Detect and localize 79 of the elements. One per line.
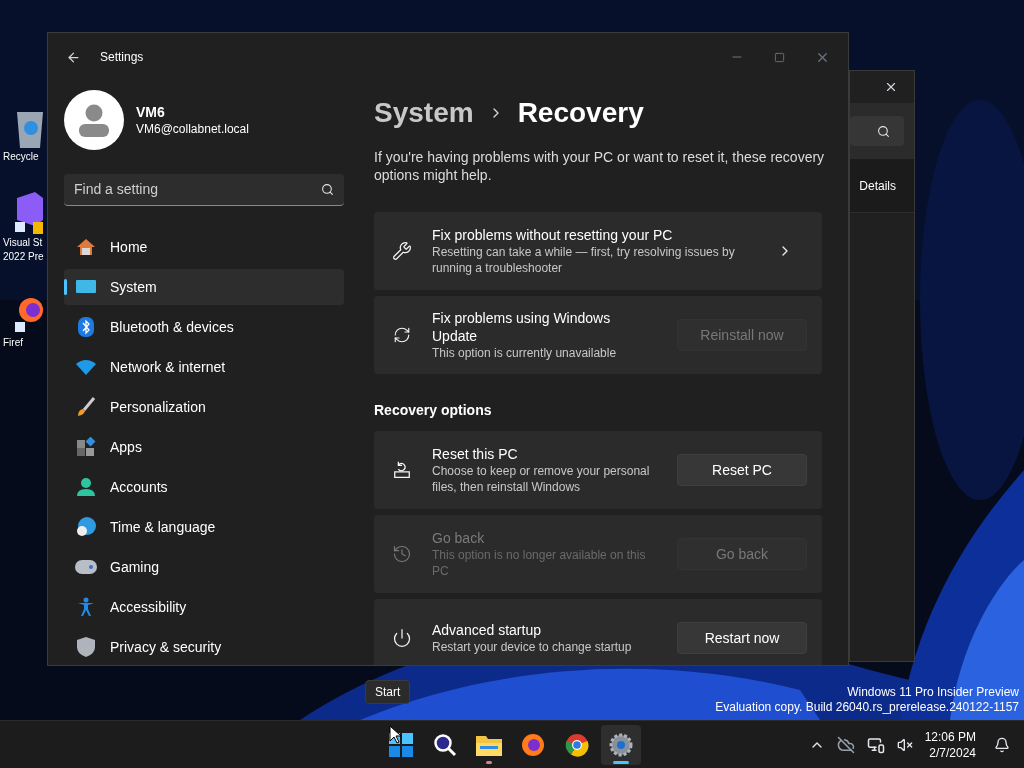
nav-item[interactable]: Home [64, 229, 344, 265]
search-field[interactable]: Find a setting [64, 174, 344, 206]
tooltip: Start [365, 680, 411, 704]
power-icon [392, 628, 412, 648]
house-icon [76, 237, 96, 257]
nav-item[interactable]: Time & language [64, 509, 344, 545]
nav-item[interactable]: System [64, 269, 344, 305]
search-field[interactable] [850, 116, 904, 146]
maximize-icon[interactable] [774, 51, 785, 63]
page-title: Recovery [517, 96, 644, 130]
running-indicator [486, 760, 492, 764]
search-icon [433, 732, 457, 757]
wrench-icon [392, 241, 412, 261]
person-icon [79, 103, 109, 137]
desktop-icon-label: Visual St [2, 236, 44, 250]
card-description: This option is no longer available on this PC [432, 547, 647, 579]
browser-icon [565, 732, 589, 757]
desktop-icon-label: Recycle [2, 150, 39, 164]
desktop-icon-label: Firef [2, 336, 23, 350]
reset-pc-icon [392, 460, 412, 480]
nav-item[interactable]: Network & internet [64, 349, 344, 385]
nav-item[interactable]: Personalization [64, 389, 344, 425]
nav-item[interactable]: Gaming [64, 549, 344, 585]
window-title: Settings [100, 49, 144, 66]
user-email: VM6@collabnet.local [136, 121, 249, 137]
muted-speaker-icon[interactable] [896, 736, 913, 753]
card-description: Choose to keep or remove your personal files, then reinstall Windows [432, 463, 651, 495]
watermark-text: Windows 11 Pro Insider Preview [847, 685, 1019, 700]
apps-icon [76, 437, 96, 457]
nav-item[interactable]: Privacy & security [64, 629, 344, 665]
card-description: Resetting can take a while — first, try resolving issues by running a troubleshooter [432, 244, 736, 276]
nav-item[interactable]: Apps [64, 429, 344, 465]
history-icon [392, 544, 412, 564]
card-title: Fix problems using Windows Update [432, 309, 612, 345]
browser-icon [521, 732, 545, 757]
cloud-off-icon[interactable] [836, 735, 855, 754]
user-name: VM6 [136, 103, 166, 121]
search-input[interactable]: Find a setting [74, 179, 321, 200]
wifi-icon [76, 359, 96, 375]
accessibility-icon [77, 597, 95, 617]
clock-date[interactable]: 2/7/2024 [929, 744, 976, 761]
card-title: Fix problems without resetting your PC [432, 226, 674, 244]
nav-item[interactable]: Bluetooth & devices [64, 309, 344, 345]
refresh-icon [393, 326, 411, 344]
app-shortcut-icon[interactable] [15, 190, 43, 236]
watermark-text: Evaluation copy. Build 26040.rs_prerelease.240122-1157 [715, 700, 1019, 715]
search-icon [877, 124, 890, 138]
search-icon [321, 183, 334, 196]
card-title: Reset this PC [432, 445, 519, 463]
breadcrumb-parent[interactable]: System [374, 92, 474, 134]
monitor-icon [76, 279, 96, 295]
nav-item[interactable]: Accounts [64, 469, 344, 505]
section-heading: Recovery options [374, 401, 493, 420]
folder-icon [476, 733, 502, 756]
clock-time[interactable]: 12:06 PM [924, 728, 976, 745]
person-icon [76, 477, 96, 497]
card-description: Restart your device to change startup [432, 639, 633, 655]
settings-card[interactable]: Fix problems without resetting your PC Resetting can take a while — first, try resolving issues by running a troubleshooter [374, 212, 822, 290]
settings-card[interactable]: Reset this PC Choose to keep or remove your personal files, then reinstall Windows Reset PC [374, 431, 822, 509]
action-button[interactable]: Restart now [677, 622, 807, 654]
action-button[interactable]: Reset PC [677, 454, 807, 486]
intro-text: If you're having problems with your PC or want to reset it, these recovery options might help. [374, 148, 826, 184]
taskbar-button[interactable] [601, 724, 641, 765]
running-indicator [613, 760, 629, 764]
gear-icon [609, 732, 633, 757]
card-description: This option is currently unavailable [432, 345, 618, 361]
card-title: Advanced startup [432, 621, 542, 639]
card-title: Go back [432, 529, 486, 547]
desktop-icon-label: 2022 Pre [2, 250, 44, 264]
mouse-cursor-icon [389, 725, 401, 744]
nav-item[interactable]: Accessibility [64, 589, 344, 625]
close-icon[interactable] [884, 80, 898, 94]
selection-indicator [64, 279, 67, 295]
bluetooth-icon [78, 317, 94, 337]
notification-bell-icon[interactable] [994, 736, 1010, 753]
paintbrush-icon [76, 397, 96, 417]
settings-card[interactable]: Advanced startup Restart your device to change startup Restart now [374, 599, 822, 665]
network-icon[interactable] [866, 735, 885, 754]
shield-icon [77, 637, 95, 657]
